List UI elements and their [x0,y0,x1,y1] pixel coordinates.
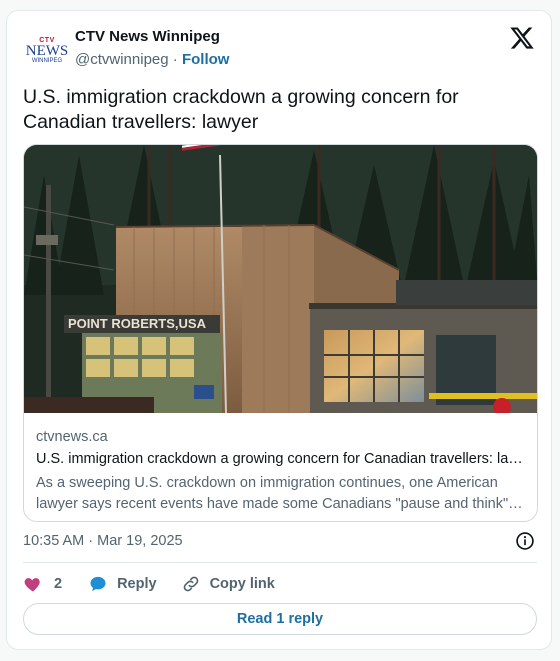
handle-separator: · [172,51,178,68]
reply-button[interactable]: Reply [88,574,181,594]
link-description: As a sweeping U.S. crackdown on immigrat… [36,475,509,512]
author-name[interactable]: CTV News Winnipeg [75,28,220,45]
building-sign-text: POINT ROBERTS,USA [68,316,207,331]
link-domain: ctvnews.ca [36,429,108,445]
x-logo-icon[interactable] [509,25,535,51]
author-avatar[interactable]: CTV NEWS WINNIPEG [25,29,69,73]
speech-bubble-icon [90,576,106,592]
copy-link-button[interactable]: Copy link [181,574,275,594]
author-handle[interactable]: @ctvwinnipeg [75,51,169,68]
follow-button[interactable]: Follow [182,51,230,68]
avatar-brand-main: NEWS [25,43,69,59]
action-bar: 2 Reply Copy link [23,573,275,595]
author-handle-line: @ctvwinnipeg · Follow [75,51,229,68]
link-preview-card[interactable]: POINT ROBERTS,USA ctvnews.ca U.S. immigr… [23,144,538,522]
link-icon [183,576,198,592]
embedded-post-card: CTV NEWS WINNIPEG CTV News Winnipeg @ctv… [6,10,552,650]
link-title[interactable]: U.S. immigration crackdown a growing con… [36,451,526,467]
post-timestamp[interactable]: 10:35 AM · Mar 19, 2025 [23,533,183,549]
border-crossing-photo: POINT ROBERTS,USA [24,145,537,413]
post-text: U.S. immigration crackdown a growing con… [23,86,459,133]
reply-label: Reply [117,576,157,592]
copy-link-label: Copy link [209,576,275,592]
action-divider [23,562,537,563]
heart-icon [24,578,40,592]
read-reply-button[interactable]: Read 1 reply [23,603,537,635]
like-count: 2 [54,576,63,592]
like-button[interactable]: 2 [23,574,88,594]
info-icon[interactable] [515,531,535,551]
avatar-brand-bottom: WINNIPEG [31,58,63,64]
